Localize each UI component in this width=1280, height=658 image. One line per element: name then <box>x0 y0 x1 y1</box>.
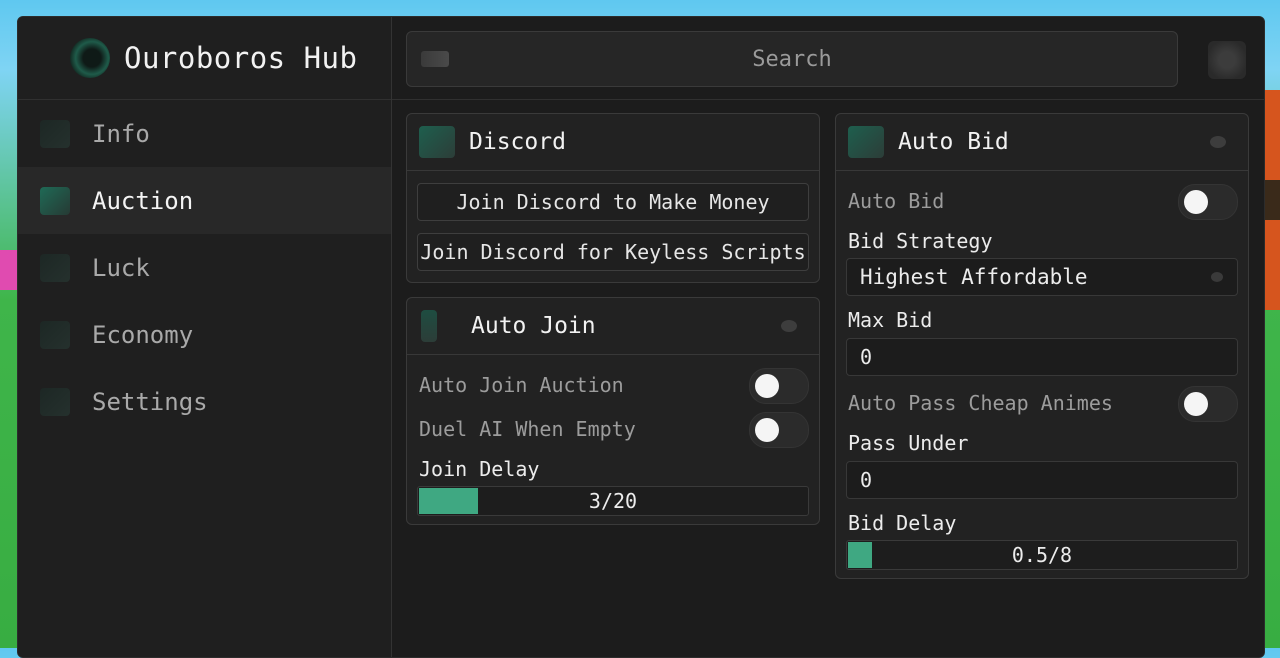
toggle-knob <box>755 418 779 442</box>
clover-icon <box>40 253 70 282</box>
auto-join-section: Auto Join Auto Join Auction Duel AI When… <box>406 297 820 525</box>
search-icon <box>421 51 449 67</box>
bid-strategy-label: Bid Strategy <box>848 229 993 253</box>
join-icon <box>421 310 437 342</box>
max-bid-label: Max Bid <box>848 308 933 332</box>
discord-section: Discord Join Discord to Make Money Join … <box>406 113 820 283</box>
auto-bid-toggle[interactable] <box>1178 184 1238 220</box>
pass-under-label: Pass Under <box>848 431 969 455</box>
top-bar: Search <box>392 17 1264 100</box>
section-title: Auto Bid <box>898 129 1009 155</box>
auto-join-auction-label: Auto Join Auction <box>419 373 624 397</box>
auto-bid-header: Auto Bid <box>836 114 1248 171</box>
join-delay-label: Join Delay <box>419 457 540 481</box>
discord-icon <box>419 126 455 158</box>
slider-value: 3/20 <box>588 489 638 513</box>
auto-pass-cheap-label: Auto Pass Cheap Animes <box>848 391 1113 415</box>
sidebar-item-label: Settings <box>92 387 208 416</box>
auto-bid-section: Auto Bid Auto Bid Bid Strategy Highest A… <box>835 113 1249 579</box>
ouroboros-logo-icon <box>70 38 110 78</box>
brand-header: Ouroboros Hub <box>18 17 391 100</box>
pass-under-input[interactable]: 0 <box>846 461 1238 499</box>
chevron-down-icon <box>1211 272 1223 282</box>
hub-window: Ouroboros Hub Info Auction Luck Economy … <box>17 16 1265 658</box>
coin-icon <box>40 320 70 349</box>
sidebar-item-label: Luck <box>92 253 150 282</box>
section-title: Discord <box>469 129 566 155</box>
search-input[interactable]: Search <box>406 31 1178 87</box>
discord-header: Discord <box>407 114 819 171</box>
bid-icon <box>848 126 884 158</box>
toggle-knob <box>1184 190 1208 214</box>
toggle-knob <box>755 374 779 398</box>
toggle-knob <box>1184 392 1208 416</box>
sidebar-item-economy[interactable]: Economy <box>18 301 391 368</box>
auto-pass-cheap-toggle[interactable] <box>1178 386 1238 422</box>
join-discord-keyless-button[interactable]: Join Discord for Keyless Scripts <box>417 233 809 271</box>
collapse-icon[interactable] <box>1210 136 1226 148</box>
join-delay-slider[interactable]: 3/20 <box>417 486 809 516</box>
sidebar-item-auction[interactable]: Auction <box>18 167 391 234</box>
game-background-left <box>0 250 18 290</box>
sidebar-item-label: Info <box>92 119 150 148</box>
dropdown-value: Highest Affordable <box>860 265 1088 289</box>
sidebar-item-label: Auction <box>92 186 194 215</box>
sidebar-item-settings[interactable]: Settings <box>18 368 391 435</box>
app-title: Ouroboros Hub <box>124 41 358 75</box>
bid-delay-label: Bid Delay <box>848 511 957 535</box>
gear-icon <box>40 387 70 416</box>
auction-icon <box>40 186 70 215</box>
main-content: Search Discord Join Discord to Make Mone… <box>392 17 1264 657</box>
sidebar-item-label: Economy <box>92 320 194 349</box>
section-title: Auto Join <box>471 313 596 339</box>
bid-strategy-dropdown[interactable]: Highest Affordable <box>846 258 1238 296</box>
join-discord-money-button[interactable]: Join Discord to Make Money <box>417 183 809 221</box>
search-placeholder: Search <box>752 46 832 72</box>
duel-ai-toggle[interactable] <box>749 412 809 448</box>
sidebar-item-luck[interactable]: Luck <box>18 234 391 301</box>
info-icon <box>40 119 70 148</box>
menu-icon[interactable] <box>1208 41 1246 79</box>
max-bid-input[interactable]: 0 <box>846 338 1238 376</box>
bid-delay-slider[interactable]: 0.5/8 <box>846 540 1238 570</box>
slider-value: 0.5/8 <box>1011 543 1073 567</box>
collapse-icon[interactable] <box>781 320 797 332</box>
auto-bid-label: Auto Bid <box>848 189 945 213</box>
auto-join-auction-toggle[interactable] <box>749 368 809 404</box>
auto-join-header: Auto Join <box>407 298 819 355</box>
sidebar: Ouroboros Hub Info Auction Luck Economy … <box>18 17 392 657</box>
duel-ai-label: Duel AI When Empty <box>419 417 636 441</box>
sidebar-item-info[interactable]: Info <box>18 100 391 167</box>
